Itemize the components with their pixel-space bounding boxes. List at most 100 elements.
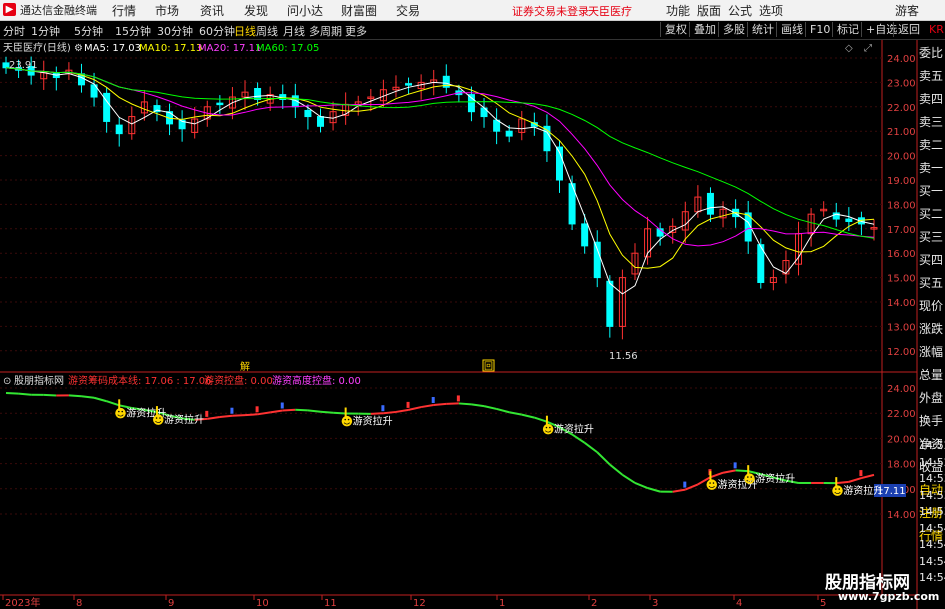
candle[interactable] <box>820 201 828 217</box>
menu-market[interactable]: 行情 <box>112 2 136 19</box>
menu-wealth[interactable]: 财富圈 <box>341 2 377 19</box>
period-month[interactable]: 月线 <box>283 23 305 39</box>
menu-discover[interactable]: 发现 <box>244 2 268 19</box>
cost-line-segment <box>433 402 447 407</box>
cost-line-segment <box>596 451 611 466</box>
candle[interactable] <box>581 213 589 254</box>
chart-area[interactable]: 24.00 23.00 22.00 21.00 20.00 19.00 18.00 17.00… <box>0 40 945 609</box>
candle[interactable] <box>392 75 400 98</box>
cost-line-segment <box>257 411 271 416</box>
candle[interactable] <box>40 60 48 90</box>
cost-line-segment <box>333 411 346 415</box>
candle[interactable] <box>178 110 186 142</box>
btn-stats[interactable]: 统计 <box>747 22 778 37</box>
quote-field-label: 卖五 <box>919 69 944 83</box>
candle[interactable] <box>593 230 601 288</box>
period-1min[interactable]: 1分钟 <box>31 23 60 39</box>
cost-line-segment <box>509 411 522 416</box>
candle[interactable] <box>795 221 803 276</box>
candle[interactable] <box>417 74 425 100</box>
cost-line-segment <box>43 393 57 397</box>
candle[interactable] <box>543 114 551 162</box>
candle[interactable] <box>694 185 702 218</box>
candle[interactable] <box>52 66 60 91</box>
btn-draw[interactable]: 画线 <box>776 22 807 37</box>
candle[interactable] <box>342 92 350 125</box>
menu-formula[interactable]: 公式 <box>728 2 752 19</box>
title-bar: ▶ 通达信金融终端 行情 市场 资讯 发现 问小达 财富圈 交易 证券交易未登录… <box>0 0 945 21</box>
indicator-name: 股朋指标网 <box>14 374 64 387</box>
quote-field-label: 涨跌 <box>919 322 944 336</box>
menu-function[interactable]: 功能 <box>666 2 690 19</box>
signal-rally[interactable]: ☻ 游资拉升 <box>743 465 795 486</box>
candle[interactable] <box>467 86 475 122</box>
btn-adjust[interactable]: 复权 <box>660 22 691 37</box>
btn-mark[interactable]: 标记 <box>832 22 863 37</box>
menu-markets[interactable]: 市场 <box>155 2 179 19</box>
candle[interactable] <box>329 101 337 131</box>
guest-user[interactable]: 游客 <box>895 2 919 19</box>
btn-multistock[interactable]: 多股 <box>718 22 749 37</box>
collapse-icon[interactable]: ⊙ <box>3 376 11 387</box>
low-price-label: 11.56 <box>609 351 638 362</box>
menu-ask[interactable]: 问小达 <box>287 2 323 19</box>
trade-time: 14:54 <box>919 521 945 535</box>
signal-rally[interactable]: ☻ 游资拉升 <box>341 407 393 429</box>
trade-time: 14:52 <box>919 455 945 469</box>
candle[interactable] <box>115 117 123 147</box>
menu-options[interactable]: 选项 <box>759 2 783 19</box>
cost-line-segment <box>370 412 384 415</box>
candle[interactable] <box>719 201 727 228</box>
candle[interactable] <box>405 77 413 95</box>
cost-line-segment <box>408 406 422 411</box>
period-15min[interactable]: 15分钟 <box>115 23 151 39</box>
candle[interactable] <box>442 64 450 94</box>
candle[interactable] <box>857 211 865 236</box>
candle[interactable] <box>241 80 249 110</box>
candle[interactable] <box>291 83 299 119</box>
cost-line-segment <box>722 469 736 474</box>
menu-trade[interactable]: 交易 <box>396 2 420 19</box>
login-tip[interactable]: 证券交易未登录 <box>512 3 589 19</box>
x-tick-label: 2023年 <box>5 596 40 609</box>
candle[interactable] <box>480 98 488 128</box>
period-day[interactable]: 日线 <box>234 23 256 39</box>
candle[interactable] <box>279 84 287 109</box>
cost-line-segment <box>320 410 334 414</box>
menu-news[interactable]: 资讯 <box>200 2 224 19</box>
period-multi[interactable]: 多周期 <box>309 23 342 39</box>
candle[interactable] <box>618 269 626 340</box>
diamond-icon[interactable]: ◇ <box>845 43 853 54</box>
btn-overlay[interactable]: 叠加 <box>689 22 720 37</box>
candle[interactable] <box>65 62 73 80</box>
period-toolbar: 分时 1分钟 5分钟 15分钟 30分钟 60分钟 日线 周线 月线 多周期 更… <box>0 21 945 40</box>
candle[interactable] <box>807 208 815 247</box>
period-30min[interactable]: 30分钟 <box>157 23 193 39</box>
expand-icon[interactable]: ⤢ <box>864 43 872 54</box>
candle[interactable] <box>782 250 790 284</box>
smiley-icon: ☻ <box>114 406 127 420</box>
signal-rally[interactable]: ☻ 游资拉升 <box>542 415 594 437</box>
cost-line-segment <box>219 414 233 418</box>
candle[interactable] <box>493 108 501 145</box>
candle[interactable] <box>769 269 777 291</box>
candle[interactable] <box>706 187 714 222</box>
menu-layout[interactable]: 版面 <box>697 2 721 19</box>
period-5min[interactable]: 5分钟 <box>74 23 103 39</box>
period-60min[interactable]: 60分钟 <box>199 23 235 39</box>
candle[interactable] <box>316 108 324 133</box>
btn-back[interactable]: 返回 <box>893 22 924 37</box>
quote-field-label: 买三 <box>919 230 944 244</box>
candle[interactable] <box>518 110 526 141</box>
candle[interactable] <box>379 79 387 107</box>
settings-icon[interactable]: ⚙ <box>74 43 83 54</box>
period-week[interactable]: 周线 <box>256 23 278 39</box>
candle[interactable] <box>103 87 111 133</box>
cost-line-segment <box>735 469 749 473</box>
candle[interactable] <box>166 103 174 136</box>
candle[interactable] <box>631 243 639 281</box>
period-more[interactable]: 更多 <box>345 23 367 39</box>
btn-f10[interactable]: F10 <box>805 22 834 37</box>
quote-field-label: 卖一 <box>919 161 944 175</box>
period-tick[interactable]: 分时 <box>3 23 25 39</box>
